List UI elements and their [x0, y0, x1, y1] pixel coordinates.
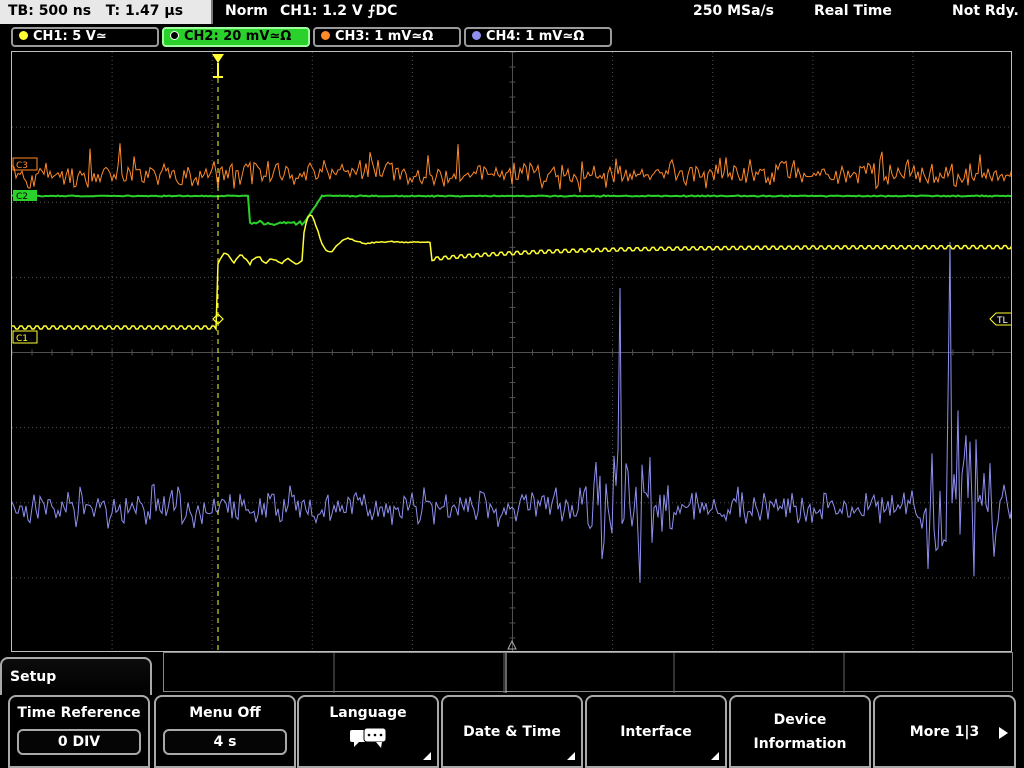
- speech-bubble-icon: [350, 727, 387, 748]
- device-information-label: Device Information: [753, 711, 847, 752]
- more-key[interactable]: More 1|3: [873, 695, 1016, 768]
- svg-text:C2: C2: [16, 192, 28, 202]
- acquisition-mode[interactable]: Real Time: [814, 3, 892, 19]
- svg-text:C1: C1: [16, 334, 28, 344]
- channel-3-label: CH3: 1 mV≃Ω: [335, 29, 434, 44]
- graticule: [12, 52, 1011, 651]
- timebase-readout[interactable]: TB: 500 ns T: 1.47 µs: [0, 0, 213, 24]
- timebase-value: TB: 500 ns: [8, 3, 92, 19]
- time-reference-key[interactable]: Time Reference 0 DIV: [8, 695, 150, 768]
- device-information-key[interactable]: Device Information: [729, 695, 871, 768]
- trigger-setting[interactable]: CH1: 1.2 V ⨍DC: [280, 3, 397, 19]
- interface-key[interactable]: Interface: [585, 695, 727, 768]
- channel-2-label: CH2: 20 mV≃Ω: [184, 29, 292, 44]
- channel-2-dot-icon: [170, 31, 179, 40]
- horizontal-scale-bar: [163, 652, 1013, 693]
- trigger-time-value: T: 1.47 µs: [105, 3, 184, 19]
- menu-title: Setup: [10, 669, 57, 685]
- language-key[interactable]: Language: [297, 695, 439, 768]
- interface-label: Interface: [620, 723, 692, 740]
- menu-off-value: 4 s: [163, 729, 287, 755]
- channel-3-ref-marker[interactable]: C3: [12, 157, 38, 171]
- submenu-indicator-icon: [423, 752, 431, 760]
- channel-4-dot-icon: [472, 31, 481, 40]
- channel-4-button[interactable]: CH4: 1 mV≃Ω: [464, 27, 612, 47]
- next-page-arrow-icon: [999, 727, 1008, 739]
- time-reference-value: 0 DIV: [17, 729, 141, 755]
- channel-3-button[interactable]: CH3: 1 mV≃Ω: [313, 27, 461, 47]
- time-reference-label: Time Reference: [17, 705, 141, 721]
- soft-key-row: Time Reference 0 DIV Menu Off 4 s Langua…: [0, 695, 1024, 768]
- status-bar: Norm CH1: 1.2 V ⨍DC 250 MSa/s Real Time …: [215, 0, 1024, 24]
- channel-2-button[interactable]: CH2: 20 mV≃Ω: [162, 27, 310, 47]
- channel-strip: CH1: 5 V≃ CH2: 20 mV≃Ω CH3: 1 mV≃Ω CH4: …: [0, 26, 1024, 48]
- channel-4-label: CH4: 1 mV≃Ω: [486, 29, 585, 44]
- channel-1-button[interactable]: CH1: 5 V≃: [11, 27, 159, 47]
- channel-1-label: CH1: 5 V≃: [33, 29, 107, 44]
- menu-off-key[interactable]: Menu Off 4 s: [154, 695, 296, 768]
- channel-1-ref-marker[interactable]: C1: [12, 330, 38, 344]
- menu-off-label: Menu Off: [189, 705, 261, 721]
- trigger-mode[interactable]: Norm: [225, 3, 268, 19]
- submenu-indicator-icon: [711, 752, 719, 760]
- svg-text:TL: TL: [996, 316, 1008, 326]
- menu-title-tab: Setup: [0, 657, 152, 695]
- trigger-position-marker[interactable]: [212, 54, 224, 78]
- channel-3-dot-icon: [321, 31, 330, 40]
- more-label: More 1|3: [909, 723, 980, 740]
- submenu-indicator-icon: [567, 752, 575, 760]
- date-time-label: Date & Time: [463, 723, 561, 740]
- svg-text:C3: C3: [16, 161, 28, 171]
- acquisition-status: Not Rdy.: [952, 3, 1019, 19]
- waveform-display[interactable]: C3 C2 C1 TL: [11, 51, 1012, 652]
- trigger-level-marker[interactable]: TL: [989, 312, 1012, 326]
- waveform-canvas: C3 C2 C1 TL: [12, 52, 1012, 651]
- date-time-key[interactable]: Date & Time: [441, 695, 583, 768]
- channel-2-ref-marker[interactable]: C2: [13, 190, 37, 202]
- channel-1-dot-icon: [19, 31, 28, 40]
- sample-rate: 250 MSa/s: [693, 3, 775, 19]
- language-label: Language: [329, 705, 407, 721]
